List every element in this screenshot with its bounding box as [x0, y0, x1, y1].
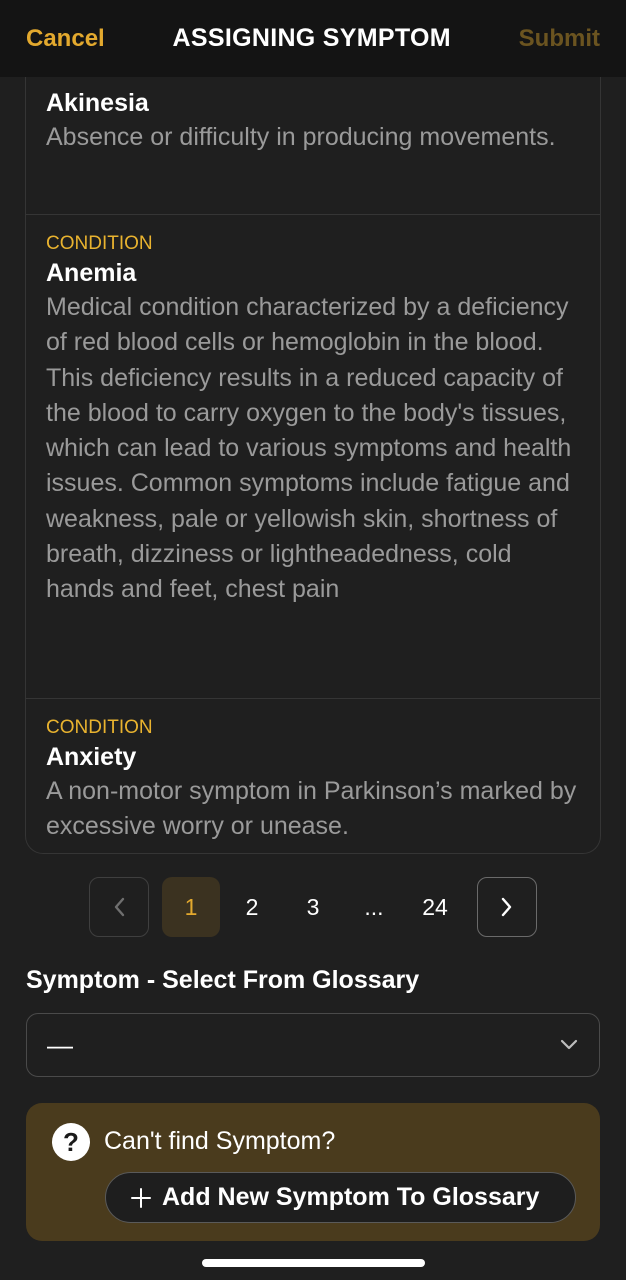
chevron-left-icon	[114, 897, 125, 917]
glossary-item-category: CONDITION	[46, 233, 153, 254]
glossary-list: Akinesia Absence or difficulty in produc…	[25, 77, 601, 854]
glossary-item[interactable]: CONDITION Anemia Medical condition chara…	[26, 215, 600, 699]
glossary-item[interactable]: CONDITION Anxiety A non-motor symptom in…	[26, 699, 600, 853]
help-text: Can't find Symptom?	[104, 1127, 336, 1155]
page-button[interactable]: 3	[293, 877, 333, 937]
cancel-button[interactable]: Cancel	[26, 25, 105, 53]
page-ellipsis: ...	[364, 893, 384, 920]
next-page-button[interactable]	[477, 877, 537, 937]
page-button[interactable]: 24	[413, 877, 457, 937]
glossary-item-description: Medical condition characterized by a def…	[46, 293, 572, 604]
glossary-item-name: Anxiety	[46, 743, 137, 771]
glossary-item-category: CONDITION	[46, 717, 153, 738]
chevron-right-icon	[501, 897, 512, 917]
page-button[interactable]: 2	[232, 877, 272, 937]
page-button-current[interactable]: 1	[162, 877, 220, 937]
page-title: ASSIGNING SYMPTOM	[172, 24, 451, 52]
previous-page-button[interactable]	[89, 877, 149, 937]
home-indicator[interactable]	[202, 1259, 425, 1267]
glossary-item-description: A non-motor symptom in Parkinson’s marke…	[46, 777, 577, 841]
glossary-item-name: Akinesia	[46, 89, 149, 117]
add-new-symptom-label: Add New Symptom To Glossary	[162, 1183, 540, 1211]
glossary-item-name: Anemia	[46, 259, 137, 287]
help-panel: ? Can't find Symptom? Add New Symptom To…	[26, 1103, 600, 1241]
symptom-select[interactable]: —	[26, 1013, 600, 1077]
plus-icon	[131, 1187, 151, 1208]
symptom-field-label: Symptom - Select From Glossary	[26, 966, 420, 994]
add-new-symptom-button[interactable]: Add New Symptom To Glossary	[105, 1172, 576, 1223]
symptom-select-value: —	[47, 1029, 73, 1060]
glossary-item-description: Absence or difficulty in producing movem…	[46, 123, 556, 151]
question-circle-icon: ?	[52, 1123, 90, 1161]
submit-button[interactable]: Submit	[519, 25, 600, 53]
navigation-bar: Cancel ASSIGNING SYMPTOM Submit	[0, 0, 626, 77]
pagination: 1 2 3 ... 24	[0, 877, 626, 938]
chevron-down-icon	[560, 1039, 578, 1050]
glossary-item[interactable]: Akinesia Absence or difficulty in produc…	[26, 87, 600, 215]
